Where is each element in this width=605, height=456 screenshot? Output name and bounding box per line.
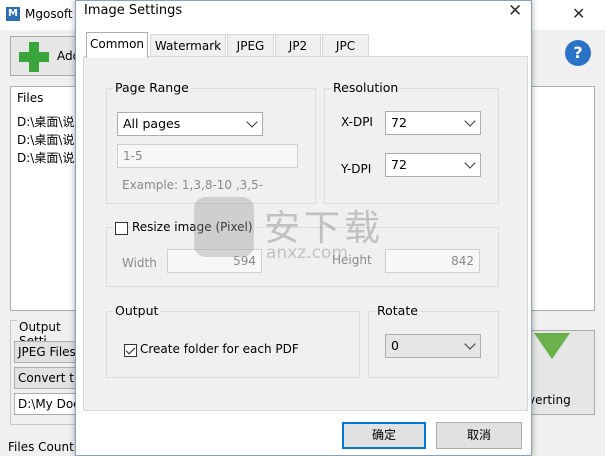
ydpi-label: Y-DPI [341,162,372,176]
tab-jp2[interactable]: JP2 [275,34,321,57]
height-input[interactable]: 842 [385,249,480,273]
help-icon[interactable]: ? [565,40,591,66]
plus-icon [19,42,49,72]
page-range-label: Page Range [113,80,191,95]
ok-button[interactable]: 确定 [342,422,426,449]
file-list-header: Files [17,91,44,105]
resize-image-checkbox[interactable] [115,222,128,235]
create-folder-label: Create folder for each PDF [140,342,299,356]
tab-jpc[interactable]: JPC [322,34,369,57]
output-path-field[interactable]: D:\My Doc [14,393,80,415]
width-label: Width [122,256,157,270]
common-tab-panel: Page Range All pages 1-5 Example: 1,3,8-… [83,56,528,411]
convert-arrow-icon [534,333,570,359]
app-logo-icon: M [6,7,20,21]
xdpi-label: X-DPI [341,115,373,129]
main-window-title: Mgosoft [25,7,73,21]
chevron-down-icon [464,115,476,127]
create-folder-checkbox[interactable] [124,344,137,357]
watermark-url: anxz.com [266,243,348,263]
shield-icon [194,197,254,257]
page-range-example: Example: 1,3,8-10 ,3,5- [122,178,264,192]
chevron-down-icon [246,116,258,128]
page-range-select[interactable]: All pages [117,112,263,136]
image-settings-dialog: Image Settings ✕ Common Watermark JPEG J… [75,0,532,456]
convert-button-label: verting [528,393,571,407]
jpeg-files-button[interactable]: JPEG Files [14,341,80,363]
tab-jpeg[interactable]: JPEG [227,34,274,57]
xdpi-select[interactable]: 72 [385,111,481,135]
rotate-select[interactable]: 0 [385,334,481,358]
chevron-down-icon [464,338,476,350]
output-label: Output [113,303,161,318]
chevron-down-icon [464,157,476,169]
page-range-input[interactable]: 1-5 [117,144,298,168]
xdpi-value: 72 [391,115,407,130]
resolution-label: Resolution [331,80,401,95]
page-range-selected: All pages [123,116,181,131]
tab-watermark[interactable]: Watermark [150,34,226,57]
ydpi-value: 72 [391,157,407,172]
dialog-title: Image Settings [84,3,183,18]
tab-common[interactable]: Common [86,32,148,58]
rotate-label: Rotate [375,303,420,318]
main-close-icon[interactable]: ✕ [572,4,585,23]
rotate-value: 0 [391,338,399,353]
ydpi-select[interactable]: 72 [385,153,481,177]
resolution-group: Resolution [324,80,499,204]
dialog-close-icon[interactable]: ✕ [508,1,522,21]
convert-to-button[interactable]: Convert t [14,367,80,389]
watermark-logo: 安下载 anxz.com [194,197,394,277]
cancel-button[interactable]: 取消 [436,422,522,449]
